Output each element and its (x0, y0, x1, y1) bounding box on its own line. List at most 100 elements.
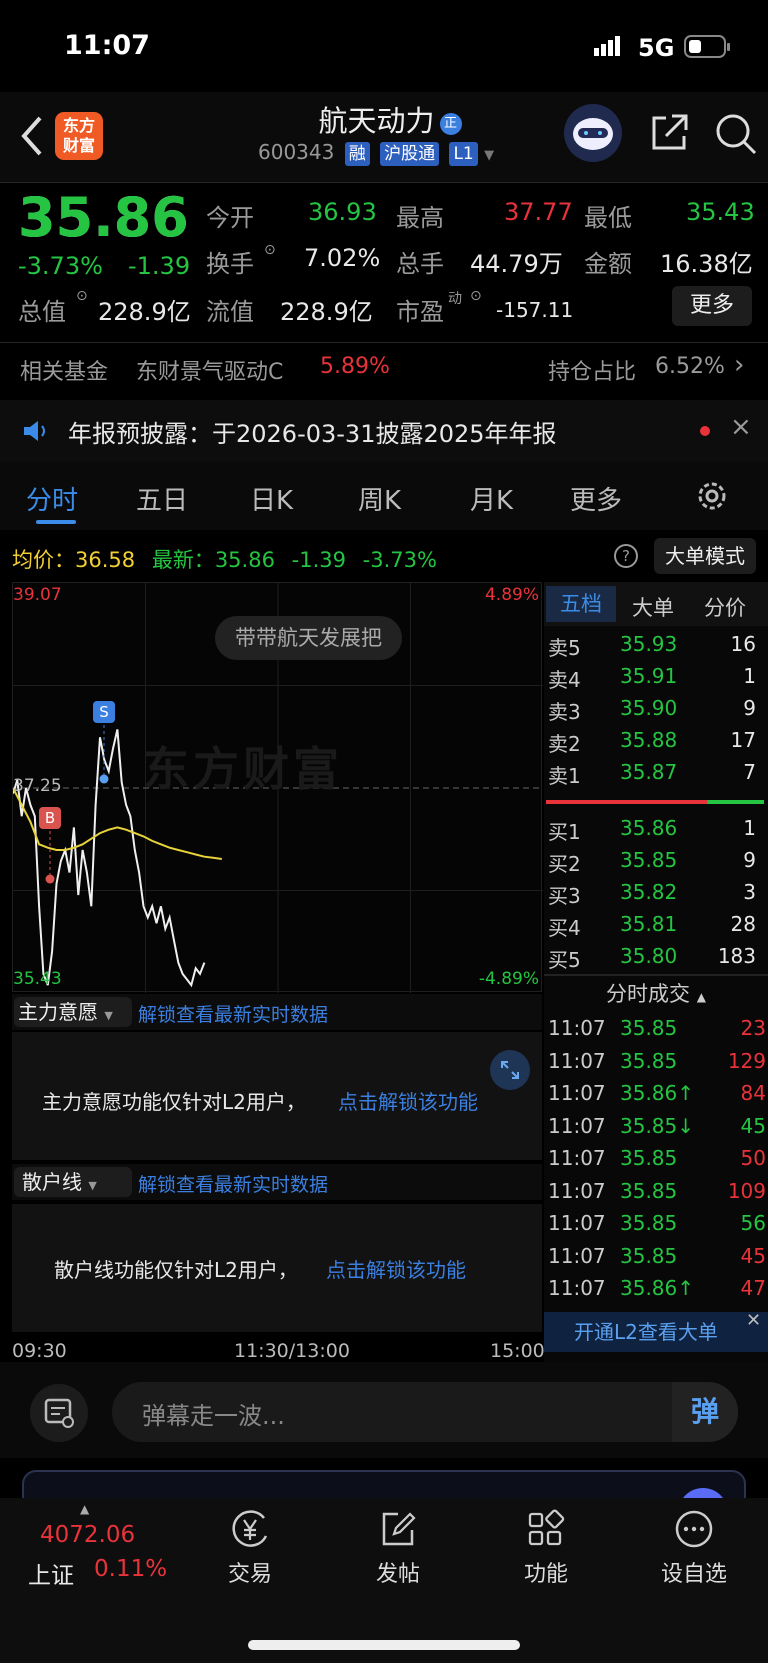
bid-row[interactable]: 买2 35.85 9 (544, 844, 756, 876)
big-order-mode-button[interactable]: 大单模式 (654, 538, 756, 574)
bid-row[interactable]: 买1 35.86 1 (544, 812, 756, 844)
nav-label: 发帖 (375, 1562, 420, 1587)
sell-marker[interactable]: S (93, 701, 115, 723)
tab-weekly[interactable]: 周K (358, 480, 401, 517)
info-icon[interactable]: ⊙ (76, 288, 88, 304)
level-volume: 1 (743, 816, 756, 840)
level-label: 买2 (548, 852, 581, 876)
status-time: 11:07 (64, 30, 150, 61)
l2-text: 开通L2查看大单 (574, 1320, 718, 1344)
danmaku-banner[interactable]: 带带航天发展把 (215, 616, 402, 660)
float-value: 228.9亿 (280, 298, 373, 326)
tab-intraday[interactable]: 分时 (26, 480, 78, 517)
ask-row[interactable]: 卖1 35.87 7 (544, 756, 756, 788)
gear-icon[interactable] (696, 480, 728, 516)
logo-text-2: 财富 (62, 136, 95, 155)
last-price-display: 35.86 (18, 186, 189, 249)
tab-5day[interactable]: 五日 (136, 480, 188, 517)
comment-input[interactable]: 弹幕走一波... 弹 (112, 1382, 738, 1442)
trade-price: 35.85 (620, 1178, 678, 1203)
open-l2-banner[interactable]: 开通L2查看大单 (544, 1312, 768, 1352)
expand-icon[interactable] (490, 1050, 530, 1090)
nav-label: 功能 (523, 1562, 568, 1587)
unlock-cta[interactable]: 点击解锁该功能 (326, 1254, 466, 1283)
x-label-close: 15:00 (490, 1340, 545, 1362)
trade-row: 11:07 35.85 129 (544, 1045, 768, 1077)
search-icon[interactable] (714, 112, 758, 160)
unlock-cta[interactable]: 点击解锁该功能 (338, 1086, 478, 1115)
tab-monthly[interactable]: 月K (470, 480, 513, 517)
trade-volume: 45 (740, 1113, 766, 1138)
level-label: 卖1 (548, 764, 581, 788)
ask-row[interactable]: 卖5 35.93 16 (544, 628, 756, 660)
tab-price-dist[interactable]: 分价 (704, 592, 746, 622)
info-chg: -1.39 (291, 548, 346, 572)
notice-bar[interactable]: 年报预披露：于2026-03-31披露2025年年报 × (0, 400, 768, 462)
back-icon[interactable] (18, 114, 44, 162)
home-indicator[interactable] (248, 1640, 520, 1650)
main-force-dropdown[interactable]: 主力意愿 ▼ (14, 997, 132, 1027)
nav-function[interactable]: 功能 (486, 1508, 606, 1588)
tab-level5[interactable]: 五档 (546, 586, 616, 622)
danmaku-settings-icon[interactable] (30, 1384, 88, 1442)
buy-marker[interactable]: B (39, 807, 61, 829)
trade-time: 11:07 (548, 1113, 606, 1138)
trade-list-header[interactable]: 分时成交 ▲ (544, 978, 768, 1012)
robot-avatar-icon[interactable] (564, 104, 622, 162)
level-label: 买3 (548, 884, 581, 908)
notice-text: 年报预披露：于2026-03-31披露2025年年报 (68, 420, 557, 448)
info-icon[interactable]: ⊙ (264, 242, 276, 258)
x-label-mid: 11:30/13:00 (234, 1340, 350, 1362)
chevron-up-icon: ▲ (80, 1502, 90, 1516)
info-icon[interactable]: ⊙ (470, 288, 482, 304)
trade-price: 35.85↓ (620, 1113, 695, 1138)
related-fund-row[interactable]: 相关基金 东财景气驱动C 5.89% 持仓占比 6.52% › (0, 344, 768, 396)
ask-row[interactable]: 卖2 35.88 17 (544, 724, 756, 756)
trade-price: 35.85 (620, 1016, 678, 1040)
nav-post[interactable]: 发帖 (338, 1508, 458, 1588)
fund-name: 东财景气驱动C (136, 360, 284, 385)
nav-watchlist[interactable]: 设自选 (634, 1508, 754, 1588)
bid-row[interactable]: 买4 35.81 28 (544, 908, 756, 940)
bid-ask-ratio-bar (546, 800, 764, 804)
bid-row[interactable]: 买5 35.80 183 (544, 940, 756, 972)
nav-trade[interactable]: 交易 (190, 1508, 310, 1588)
level-label: 买1 (548, 820, 581, 844)
share-icon[interactable] (648, 112, 690, 158)
index-name[interactable]: 上证 (28, 1556, 74, 1590)
bid-row[interactable]: 买3 35.82 3 (544, 876, 756, 908)
index-pct[interactable]: 0.11% (94, 1556, 167, 1582)
tag-margin: 融 (344, 142, 370, 166)
close-icon[interactable]: ✕ (746, 1310, 761, 1331)
level-label: 卖4 (548, 668, 581, 692)
stock-code-row[interactable]: 600343 融 沪股通 L1 ▼ (258, 140, 494, 166)
x-label-open: 09:30 (12, 1340, 67, 1362)
tab-big-order[interactable]: 大单 (632, 592, 674, 622)
amount-value: 16.38亿 (660, 250, 753, 278)
level-volume: 28 (730, 912, 756, 936)
tag-level: L1 (449, 142, 478, 166)
trade-time: 11:07 (548, 1146, 606, 1170)
more-button[interactable]: 更多 (672, 286, 752, 326)
trade-time: 11:07 (548, 1081, 606, 1105)
retail-dropdown[interactable]: 散户线 ▼ (14, 1167, 132, 1197)
tab-daily[interactable]: 日K (250, 480, 293, 517)
help-icon[interactable]: ? (614, 544, 638, 568)
tab-more[interactable]: 更多 (570, 480, 622, 517)
intraday-chart[interactable]: 39.07 4.89% 37.25 35.43 -4.89% 带带航天发展把 东… (12, 582, 543, 993)
chevron-right-icon: › (734, 350, 745, 380)
trade-volume: 23 (740, 1016, 766, 1040)
unlock-link[interactable]: 解锁查看最新实时数据 (138, 1170, 328, 1197)
level-label: 卖2 (548, 732, 581, 756)
sell-point (99, 774, 109, 784)
index-value[interactable]: 4072.06 (40, 1522, 135, 1548)
ask-row[interactable]: 卖3 35.90 9 (544, 692, 756, 724)
send-danmaku-button[interactable]: 弹 (672, 1382, 738, 1442)
trade-row: 11:07 35.86↑ 47 (544, 1272, 768, 1304)
y-top-pct: 4.89% (484, 585, 539, 605)
unread-dot-icon (700, 426, 710, 436)
ask-row[interactable]: 卖4 35.91 1 (544, 660, 756, 692)
level-price: 35.93 (620, 632, 678, 656)
close-icon[interactable]: × (730, 412, 752, 442)
unlock-link[interactable]: 解锁查看最新实时数据 (138, 1000, 328, 1027)
